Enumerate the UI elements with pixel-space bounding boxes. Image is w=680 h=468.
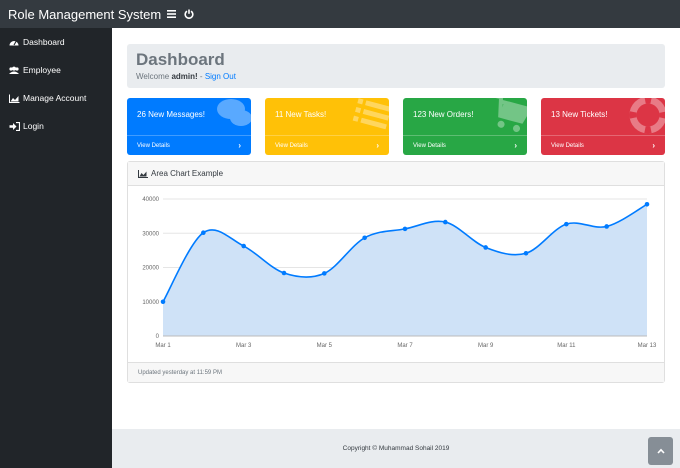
- sidebar-toggle-button[interactable]: [167, 10, 177, 18]
- view-details-link[interactable]: View Details ›: [127, 135, 251, 155]
- sidebar-item-label: Login: [23, 121, 44, 131]
- chart-area-icon: [8, 93, 20, 103]
- logout-power-button[interactable]: [184, 9, 194, 19]
- view-details-link[interactable]: View Details ›: [265, 135, 389, 155]
- area-chart-card: Area Chart Example 0 10000 20000 30000 40000…: [127, 161, 665, 383]
- chevron-up-icon: [656, 448, 665, 454]
- page-footer: Copyright © Muhammad Sohail 2019: [112, 429, 680, 468]
- y-tick-label: 20000: [142, 266, 159, 272]
- comments-icon: [215, 98, 251, 137]
- card-footer-label: View Details: [551, 142, 584, 149]
- chevron-right-icon: ›: [376, 141, 379, 150]
- main-content: Dashboard Welcome admin! - Sign Out 26 N…: [112, 28, 680, 468]
- welcome-jumbotron: Dashboard Welcome admin! - Sign Out: [127, 44, 665, 88]
- data-point: [604, 224, 609, 229]
- y-tick-label: 40000: [142, 197, 159, 203]
- users-icon: [8, 65, 20, 75]
- tachometer-icon: [8, 37, 20, 47]
- x-tick-label: Mar 11: [557, 343, 576, 349]
- area-chart: 0 10000 20000 30000 40000 Mar 1 Mar 3 Mar 5 Mar …: [142, 197, 657, 349]
- chevron-right-icon: ›: [514, 141, 517, 150]
- welcome-text: Welcome admin! - Sign Out: [136, 72, 656, 81]
- sidebar: Dashboard Employee Manage Account Login: [0, 28, 112, 468]
- sidebar-item-label: Dashboard: [23, 37, 65, 47]
- area-fill: [163, 204, 647, 336]
- welcome-prefix: Welcome: [136, 72, 170, 81]
- bars-icon: [167, 10, 177, 18]
- data-point: [564, 221, 569, 227]
- data-point: [322, 271, 327, 276]
- x-tick-label: Mar 13: [638, 343, 657, 349]
- card-title: 26 New Messages!: [137, 110, 206, 119]
- sidebar-item-label: Employee: [23, 65, 61, 75]
- sidebar-item-manage-account[interactable]: Manage Account: [0, 84, 112, 112]
- list-icon: [351, 98, 389, 137]
- data-point: [241, 243, 246, 249]
- shopping-cart-icon: [489, 98, 527, 139]
- card-footer-label: View Details: [275, 142, 308, 149]
- y-tick-label: 30000: [142, 231, 159, 237]
- card-title: 13 New Tickets!: [551, 110, 608, 119]
- orders-card: 123 New Orders! View Details ›: [403, 98, 527, 155]
- card-title: 123 New Orders!: [413, 110, 474, 119]
- username: admin!: [171, 72, 198, 81]
- tasks-card: 11 New Tasks! View Details ›: [265, 98, 389, 155]
- data-point: [160, 299, 166, 305]
- data-point: [402, 226, 408, 232]
- data-point: [362, 235, 367, 241]
- data-point: [443, 219, 448, 225]
- copyright-text: Copyright © Muhammad Sohail 2019: [342, 445, 450, 452]
- view-details-link[interactable]: View Details ›: [541, 135, 665, 155]
- messages-card: 26 New Messages! View Details ›: [127, 98, 251, 155]
- x-tick-label: Mar 9: [478, 343, 494, 349]
- chevron-right-icon: ›: [652, 141, 655, 150]
- data-point: [201, 230, 206, 235]
- sidebar-item-dashboard[interactable]: Dashboard: [0, 28, 112, 56]
- x-tick-label: Mar 7: [397, 343, 413, 349]
- page-title: Dashboard: [136, 50, 225, 69]
- tickets-card: 13 New Tickets! View Details ›: [541, 98, 665, 155]
- chart-updated-text: Updated yesterday at 11:59 PM: [138, 369, 222, 376]
- card-title: 11 New Tasks!: [275, 110, 327, 119]
- data-point: [281, 270, 287, 276]
- sidebar-item-label: Manage Account: [23, 93, 87, 103]
- power-icon: [184, 9, 194, 19]
- brand-title[interactable]: Role Management System: [8, 7, 161, 22]
- card-footer-label: View Details: [137, 142, 170, 149]
- chart-card-header: Area Chart Example: [128, 162, 664, 186]
- data-point: [483, 245, 488, 250]
- sidebar-item-employee[interactable]: Employee: [0, 56, 112, 84]
- chart-card-footer: Updated yesterday at 11:59 PM: [128, 362, 664, 382]
- sign-in-icon: [8, 121, 20, 131]
- x-tick-label: Mar 3: [236, 343, 252, 349]
- data-point: [644, 202, 650, 207]
- welcome-separator: -: [199, 72, 203, 81]
- x-tick-label: Mar 1: [155, 343, 171, 349]
- y-tick-label: 0: [156, 334, 160, 340]
- card-footer-label: View Details: [413, 142, 446, 149]
- data-point: [523, 250, 529, 256]
- top-navbar: Role Management System: [0, 0, 680, 28]
- x-tick-label: Mar 5: [317, 343, 333, 349]
- scroll-to-top-button[interactable]: [648, 437, 673, 465]
- y-tick-label: 10000: [142, 300, 159, 306]
- chart-card-title: Area Chart Example: [151, 169, 224, 178]
- signout-link[interactable]: Sign Out: [205, 72, 236, 81]
- life-ring-icon: [629, 98, 665, 139]
- view-details-link[interactable]: View Details ›: [403, 135, 527, 155]
- chevron-right-icon: ›: [238, 141, 241, 150]
- sidebar-item-login[interactable]: Login: [0, 112, 112, 140]
- chart-area-icon: [138, 169, 148, 178]
